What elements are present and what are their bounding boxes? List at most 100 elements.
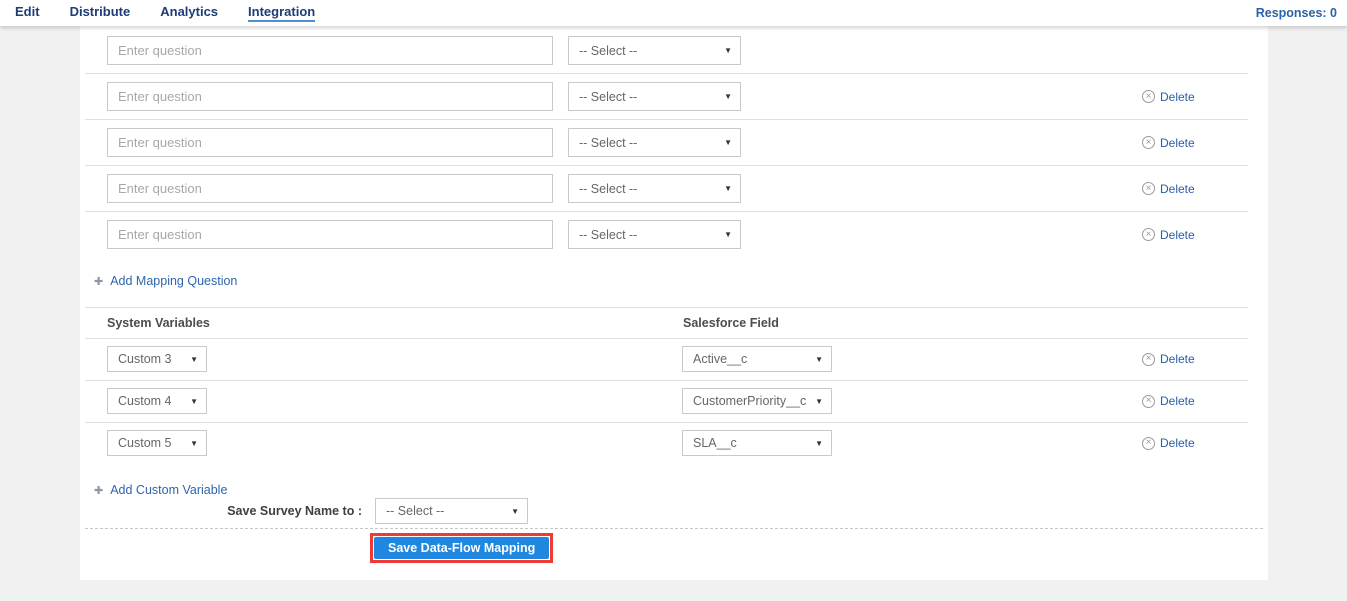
salesforce-field-select[interactable]: SLA__c ▼ — [682, 430, 832, 456]
chevron-down-icon: ▼ — [815, 397, 823, 406]
column-header-system-variables: System Variables — [107, 316, 210, 330]
select-value: -- Select -- — [579, 182, 637, 196]
salesforce-field-select[interactable]: -- Select -- ▼ — [568, 220, 741, 249]
salesforce-field-select[interactable]: CustomerPriority__c ▼ — [682, 388, 832, 414]
chevron-down-icon: ▼ — [724, 230, 732, 239]
tab-distribute[interactable]: Distribute — [70, 5, 131, 22]
save-survey-name-label: Save Survey Name to : — [220, 504, 362, 518]
delete-label: Delete — [1160, 228, 1195, 242]
row-divider — [85, 380, 1248, 381]
delete-row-button[interactable]: × Delete — [1142, 394, 1195, 408]
row-divider — [85, 73, 1248, 74]
nav-tabs: Edit Distribute Analytics Integration — [0, 0, 315, 26]
plus-icon: ✚ — [94, 484, 103, 497]
select-value: Custom 5 — [118, 436, 172, 450]
row-divider — [85, 165, 1248, 166]
system-variable-select[interactable]: Custom 4 ▼ — [107, 388, 207, 414]
mapping-question-row: -- Select -- ▼ — [80, 36, 1268, 65]
delete-label: Delete — [1160, 436, 1195, 450]
column-header-salesforce-field: Salesforce Field — [683, 316, 779, 330]
circle-x-icon: × — [1142, 353, 1155, 366]
delete-row-button[interactable]: × Delete — [1142, 436, 1195, 450]
question-input[interactable] — [107, 36, 553, 65]
circle-x-icon: × — [1142, 182, 1155, 195]
top-nav: Edit Distribute Analytics Integration Re… — [0, 0, 1347, 26]
row-divider — [85, 119, 1248, 120]
delete-label: Delete — [1160, 352, 1195, 366]
circle-x-icon: × — [1142, 437, 1155, 450]
select-value: Active__c — [693, 352, 747, 366]
delete-label: Delete — [1160, 182, 1195, 196]
table-divider — [85, 338, 1248, 339]
chevron-down-icon: ▼ — [190, 355, 198, 364]
circle-x-icon: × — [1142, 90, 1155, 103]
circle-x-icon: × — [1142, 395, 1155, 408]
delete-row-button[interactable]: × Delete — [1142, 136, 1195, 150]
annotation-highlight-box: Save Data-Flow Mapping — [370, 533, 553, 563]
delete-row-button[interactable]: × Delete — [1142, 228, 1195, 242]
mapping-question-row: -- Select -- ▼ × Delete — [80, 174, 1268, 203]
add-custom-variable-label: Add Custom Variable — [110, 483, 227, 497]
add-mapping-question-link[interactable]: ✚ Add Mapping Question — [94, 274, 237, 288]
mapping-question-row: -- Select -- ▼ × Delete — [80, 220, 1268, 249]
question-input[interactable] — [107, 128, 553, 157]
table-divider — [85, 307, 1248, 308]
question-input[interactable] — [107, 82, 553, 111]
delete-label: Delete — [1160, 136, 1195, 150]
delete-row-button[interactable]: × Delete — [1142, 182, 1195, 196]
row-divider — [85, 211, 1248, 212]
tab-integration[interactable]: Integration — [248, 5, 315, 22]
chevron-down-icon: ▼ — [190, 397, 198, 406]
row-divider — [85, 422, 1248, 423]
select-value: -- Select -- — [579, 44, 637, 58]
tab-edit[interactable]: Edit — [15, 5, 40, 22]
select-value: -- Select -- — [579, 90, 637, 104]
salesforce-field-select[interactable]: Active__c ▼ — [682, 346, 832, 372]
system-variable-select[interactable]: Custom 5 ▼ — [107, 430, 207, 456]
delete-label: Delete — [1160, 394, 1195, 408]
add-mapping-question-label: Add Mapping Question — [110, 274, 237, 288]
page: Edit Distribute Analytics Integration Re… — [0, 0, 1347, 601]
salesforce-field-select[interactable]: -- Select -- ▼ — [568, 174, 741, 203]
salesforce-field-select[interactable]: -- Select -- ▼ — [568, 128, 741, 157]
add-custom-variable-link[interactable]: ✚ Add Custom Variable — [94, 483, 227, 497]
nav-right: Responses: 0 — [1256, 4, 1347, 22]
chevron-down-icon: ▼ — [511, 507, 519, 516]
delete-label: Delete — [1160, 90, 1195, 104]
tab-analytics[interactable]: Analytics — [160, 5, 218, 22]
delete-row-button[interactable]: × Delete — [1142, 352, 1195, 366]
mapping-question-row: -- Select -- ▼ × Delete — [80, 82, 1268, 111]
select-value: -- Select -- — [579, 228, 637, 242]
save-data-flow-mapping-button[interactable]: Save Data-Flow Mapping — [374, 537, 549, 559]
chevron-down-icon: ▼ — [724, 92, 732, 101]
chevron-down-icon: ▼ — [815, 355, 823, 364]
salesforce-field-select[interactable]: -- Select -- ▼ — [568, 36, 741, 65]
select-value: Custom 4 — [118, 394, 172, 408]
salesforce-field-select[interactable]: -- Select -- ▼ — [568, 82, 741, 111]
content-panel: -- Select -- ▼ -- Select -- ▼ × Delete -… — [80, 26, 1268, 580]
chevron-down-icon: ▼ — [724, 46, 732, 55]
custom-variable-row: Custom 3 ▼ Active__c ▼ × Delete — [80, 346, 1268, 372]
select-value: -- Select -- — [386, 504, 444, 518]
question-input[interactable] — [107, 220, 553, 249]
responses-link[interactable]: Responses: 0 — [1256, 6, 1337, 20]
chevron-down-icon: ▼ — [724, 138, 732, 147]
circle-x-icon: × — [1142, 136, 1155, 149]
chevron-down-icon: ▼ — [724, 184, 732, 193]
chevron-down-icon: ▼ — [815, 439, 823, 448]
save-survey-name-select[interactable]: -- Select -- ▼ — [375, 498, 528, 524]
select-value: CustomerPriority__c — [693, 394, 806, 408]
circle-x-icon: × — [1142, 228, 1155, 241]
question-input[interactable] — [107, 174, 553, 203]
select-value: -- Select -- — [579, 136, 637, 150]
mapping-question-row: -- Select -- ▼ × Delete — [80, 128, 1268, 157]
chevron-down-icon: ▼ — [190, 439, 198, 448]
system-variable-select[interactable]: Custom 3 ▼ — [107, 346, 207, 372]
select-value: SLA__c — [693, 436, 737, 450]
delete-row-button[interactable]: × Delete — [1142, 90, 1195, 104]
select-value: Custom 3 — [118, 352, 172, 366]
section-dashed-divider — [85, 528, 1263, 529]
custom-variable-row: Custom 4 ▼ CustomerPriority__c ▼ × Delet… — [80, 388, 1268, 414]
plus-icon: ✚ — [94, 275, 103, 288]
custom-variable-row: Custom 5 ▼ SLA__c ▼ × Delete — [80, 430, 1268, 456]
